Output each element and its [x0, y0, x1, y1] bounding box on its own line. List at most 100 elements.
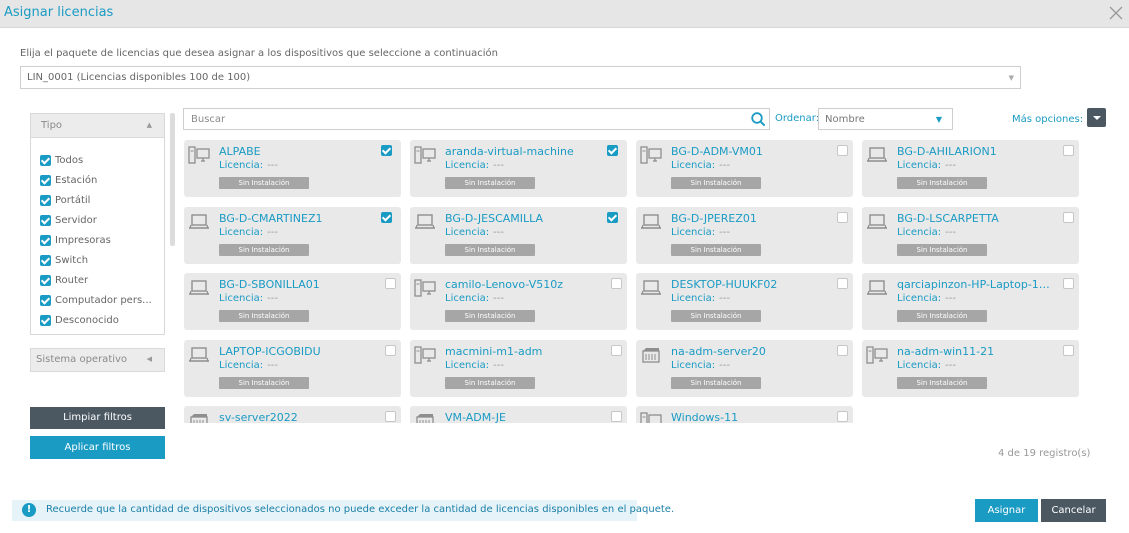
checkbox[interactable]	[40, 174, 51, 186]
device-name[interactable]: DESKTOP-HUUKF02	[671, 278, 777, 291]
license-info: Licencia: ---	[897, 293, 956, 304]
device-card[interactable]: macmini-m1-adm Licencia: --- Sin Instalació…	[410, 340, 627, 397]
apply-filters-button[interactable]: Aplicar filtros	[30, 436, 165, 459]
checkbox[interactable]	[40, 314, 51, 326]
device-card[interactable]: na-adm-win11-21 Licencia: --- Sin Instalaci…	[862, 340, 1079, 397]
device-card[interactable]: VM-ADM-JELicencia:---Sin Instalación	[410, 406, 627, 423]
checkbox[interactable]	[40, 254, 51, 266]
desktop-tower-icon	[640, 412, 662, 423]
device-select-checkbox[interactable]	[1063, 145, 1074, 156]
license-label: Licencia:	[445, 227, 490, 238]
device-card[interactable]: BG-D-JPEREZ01 Licencia: --- Sin Instalación	[636, 207, 853, 264]
device-name[interactable]: sv-server2022	[219, 411, 298, 423]
device-name[interactable]: aranda-virtual-machine	[445, 145, 574, 158]
device-name[interactable]: ALPABE	[219, 145, 261, 158]
device-select-checkbox[interactable]	[385, 278, 396, 289]
device-select-checkbox[interactable]	[1063, 345, 1074, 356]
type-filter-item[interactable]: Desconocido	[31, 310, 164, 330]
device-name[interactable]: na-adm-win11-21	[897, 345, 994, 358]
device-name[interactable]: BG-D-CMARTINEZ1	[219, 212, 323, 225]
license-label: Licencia:	[445, 293, 490, 304]
device-card[interactable]: aranda-virtual-machine Licencia: --- Sin In…	[410, 140, 627, 197]
type-filter-item[interactable]: Router	[31, 270, 164, 290]
device-name[interactable]: Windows-11	[671, 411, 738, 423]
checkbox[interactable]	[40, 234, 51, 246]
device-card[interactable]: qarciapinzon-HP-Laptop-15-d... Licencia: -…	[862, 273, 1079, 330]
device-select-checkbox[interactable]	[611, 278, 622, 289]
device-select-checkbox[interactable]	[607, 212, 618, 223]
device-card[interactable]: LAPTOP-ICGOBIDU Licencia: --- Sin Instalaci…	[184, 340, 401, 397]
search-field[interactable]: Buscar	[183, 108, 770, 130]
device-select-checkbox[interactable]	[837, 145, 848, 156]
device-select-checkbox[interactable]	[837, 411, 848, 422]
device-card[interactable]: na-adm-server20 Licencia: --- Sin Instalaci…	[636, 340, 853, 397]
more-options-button[interactable]	[1087, 108, 1106, 127]
device-card[interactable]: sv-server2022Licencia:---Sin Instalación	[184, 406, 401, 423]
cancel-button[interactable]: Cancelar	[1041, 499, 1106, 522]
device-card[interactable]: BG-D-LSCARPETTA Licencia: --- Sin Instalaci…	[862, 207, 1079, 264]
checkbox[interactable]	[40, 194, 51, 206]
device-select-checkbox[interactable]	[611, 411, 622, 422]
device-card[interactable]: BG-D-CMARTINEZ1 Licencia: --- Sin Instalaci…	[184, 207, 401, 264]
device-select-checkbox[interactable]	[607, 145, 618, 156]
clear-filters-button[interactable]: Limpiar filtros	[30, 407, 165, 429]
device-name[interactable]: BG-D-ADM-VM01	[671, 145, 763, 158]
device-select-checkbox[interactable]	[837, 278, 848, 289]
device-select-checkbox[interactable]	[837, 212, 848, 223]
type-filter-item[interactable]: Switch	[31, 250, 164, 270]
instruction-text: Elija el paquete de licencias que desea …	[20, 48, 498, 59]
type-filter-item[interactable]: Computador pers...	[31, 290, 164, 310]
device-name[interactable]: macmini-m1-adm	[445, 345, 542, 358]
laptop-icon	[640, 279, 662, 297]
device-card[interactable]: BG-D-SBONILLA01 Licencia: --- Sin Instalaci…	[184, 273, 401, 330]
device-select-checkbox[interactable]	[1063, 212, 1074, 223]
server-icon	[188, 412, 210, 423]
device-card[interactable]: ALPABE Licencia: --- Sin Instalación	[184, 140, 401, 197]
order-select[interactable]: Nombre ▼	[818, 108, 953, 130]
license-value: ---	[719, 293, 730, 304]
device-select-checkbox[interactable]	[381, 145, 392, 156]
device-card[interactable]: BG-D-AHILARION1 Licencia: --- Sin Instalaci…	[862, 140, 1079, 197]
search-input[interactable]: Buscar	[191, 114, 225, 125]
device-name[interactable]: BG-D-AHILARION1	[897, 145, 997, 158]
device-name[interactable]: na-adm-server20	[671, 345, 766, 358]
device-name[interactable]: BG-D-JESCAMILLA	[445, 212, 543, 225]
device-card[interactable]: BG-D-JESCAMILLA Licencia: --- Sin Instalaci…	[410, 207, 627, 264]
os-filter-header[interactable]: Sistema operativo ◀	[30, 348, 165, 372]
type-filter-item[interactable]: Portátil	[31, 190, 164, 210]
checkbox[interactable]	[40, 274, 51, 286]
search-icon[interactable]	[750, 111, 766, 127]
device-select-checkbox[interactable]	[1063, 278, 1074, 289]
device-select-checkbox[interactable]	[611, 345, 622, 356]
device-select-checkbox[interactable]	[385, 345, 396, 356]
device-select-checkbox[interactable]	[385, 411, 396, 422]
type-filter-item[interactable]: Estación	[31, 170, 164, 190]
device-card[interactable]: BG-D-ADM-VM01 Licencia: --- Sin Instalación	[636, 140, 853, 197]
device-name[interactable]: LAPTOP-ICGOBIDU	[219, 345, 321, 358]
device-card[interactable]: Windows-11Licencia:---Sin Instalación	[636, 406, 853, 423]
device-select-checkbox[interactable]	[381, 212, 392, 223]
license-package-select[interactable]: LIN_0001 (Licencias disponibles 100 de 1…	[20, 66, 1021, 89]
filter-scrollbar[interactable]	[170, 113, 175, 246]
assign-button[interactable]: Asignar	[975, 499, 1038, 522]
close-icon[interactable]	[1107, 4, 1125, 22]
device-card[interactable]: DESKTOP-HUUKF02 Licencia: --- Sin Instalaci…	[636, 273, 853, 330]
checkbox[interactable]	[40, 214, 51, 226]
checkbox[interactable]	[40, 294, 51, 306]
device-select-checkbox[interactable]	[837, 345, 848, 356]
status-badge: Sin Instalación	[671, 244, 761, 256]
type-filter-header[interactable]: Tipo ▲	[31, 114, 164, 138]
device-name[interactable]: BG-D-SBONILLA01	[219, 278, 320, 291]
checkbox[interactable]	[40, 154, 51, 166]
device-name[interactable]: BG-D-LSCARPETTA	[897, 212, 999, 225]
device-name[interactable]: BG-D-JPEREZ01	[671, 212, 757, 225]
type-filter-item[interactable]: Impresoras	[31, 230, 164, 250]
device-card[interactable]: camilo-Lenovo-V510z Licencia: --- Sin Insta…	[410, 273, 627, 330]
device-name[interactable]: VM-ADM-JE	[445, 411, 506, 423]
type-filter-item[interactable]: Servidor	[31, 210, 164, 230]
device-name[interactable]: camilo-Lenovo-V510z	[445, 278, 563, 291]
license-label: Licencia:	[445, 160, 490, 171]
type-filter-item[interactable]: Todos	[31, 150, 164, 170]
device-name[interactable]: qarciapinzon-HP-Laptop-15-d...	[897, 278, 1055, 291]
records-count: 4 de 19 registro(s)	[998, 448, 1091, 459]
